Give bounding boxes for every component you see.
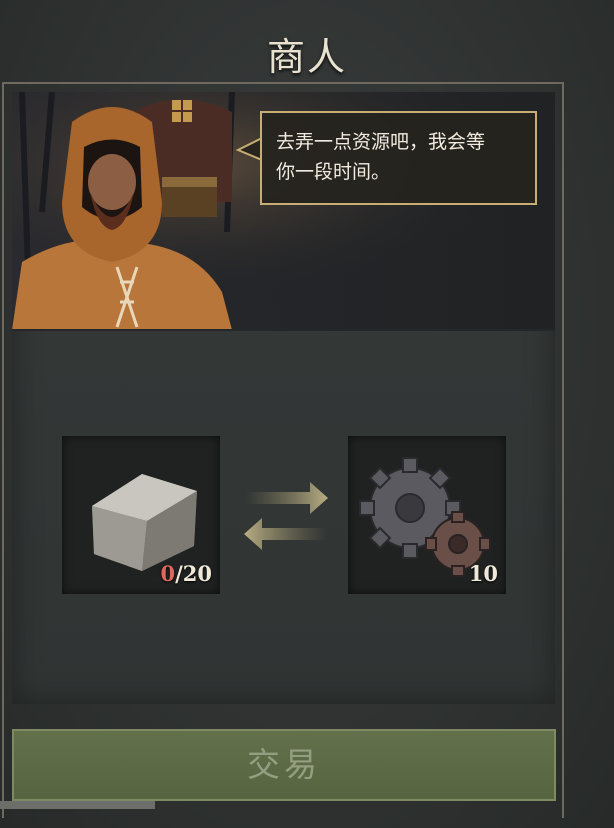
trade-button[interactable]: 交易 <box>12 729 556 801</box>
give-item-have: 0 <box>160 561 176 586</box>
speech-line-1: 去弄一点资源吧，我会等 <box>276 131 486 153</box>
speech-bubble-tail <box>236 136 262 162</box>
page-title: 商人 <box>266 35 347 79</box>
merchant-speech-bubble: 去弄一点资源吧，我会等 你一段时间。 <box>260 111 537 205</box>
give-item-need: /20 <box>175 561 212 586</box>
banner-divider <box>12 329 555 331</box>
receive-item-count: 10 <box>468 561 498 586</box>
give-item-slot[interactable]: 0/20 <box>62 436 220 594</box>
receive-item-slot[interactable]: 10 <box>348 436 506 594</box>
scroll-indicator <box>0 801 155 809</box>
exchange-arrows-icon <box>244 482 328 550</box>
speech-line-2: 你一段时间。 <box>276 161 391 183</box>
give-item-count: 0/20 <box>160 561 212 586</box>
